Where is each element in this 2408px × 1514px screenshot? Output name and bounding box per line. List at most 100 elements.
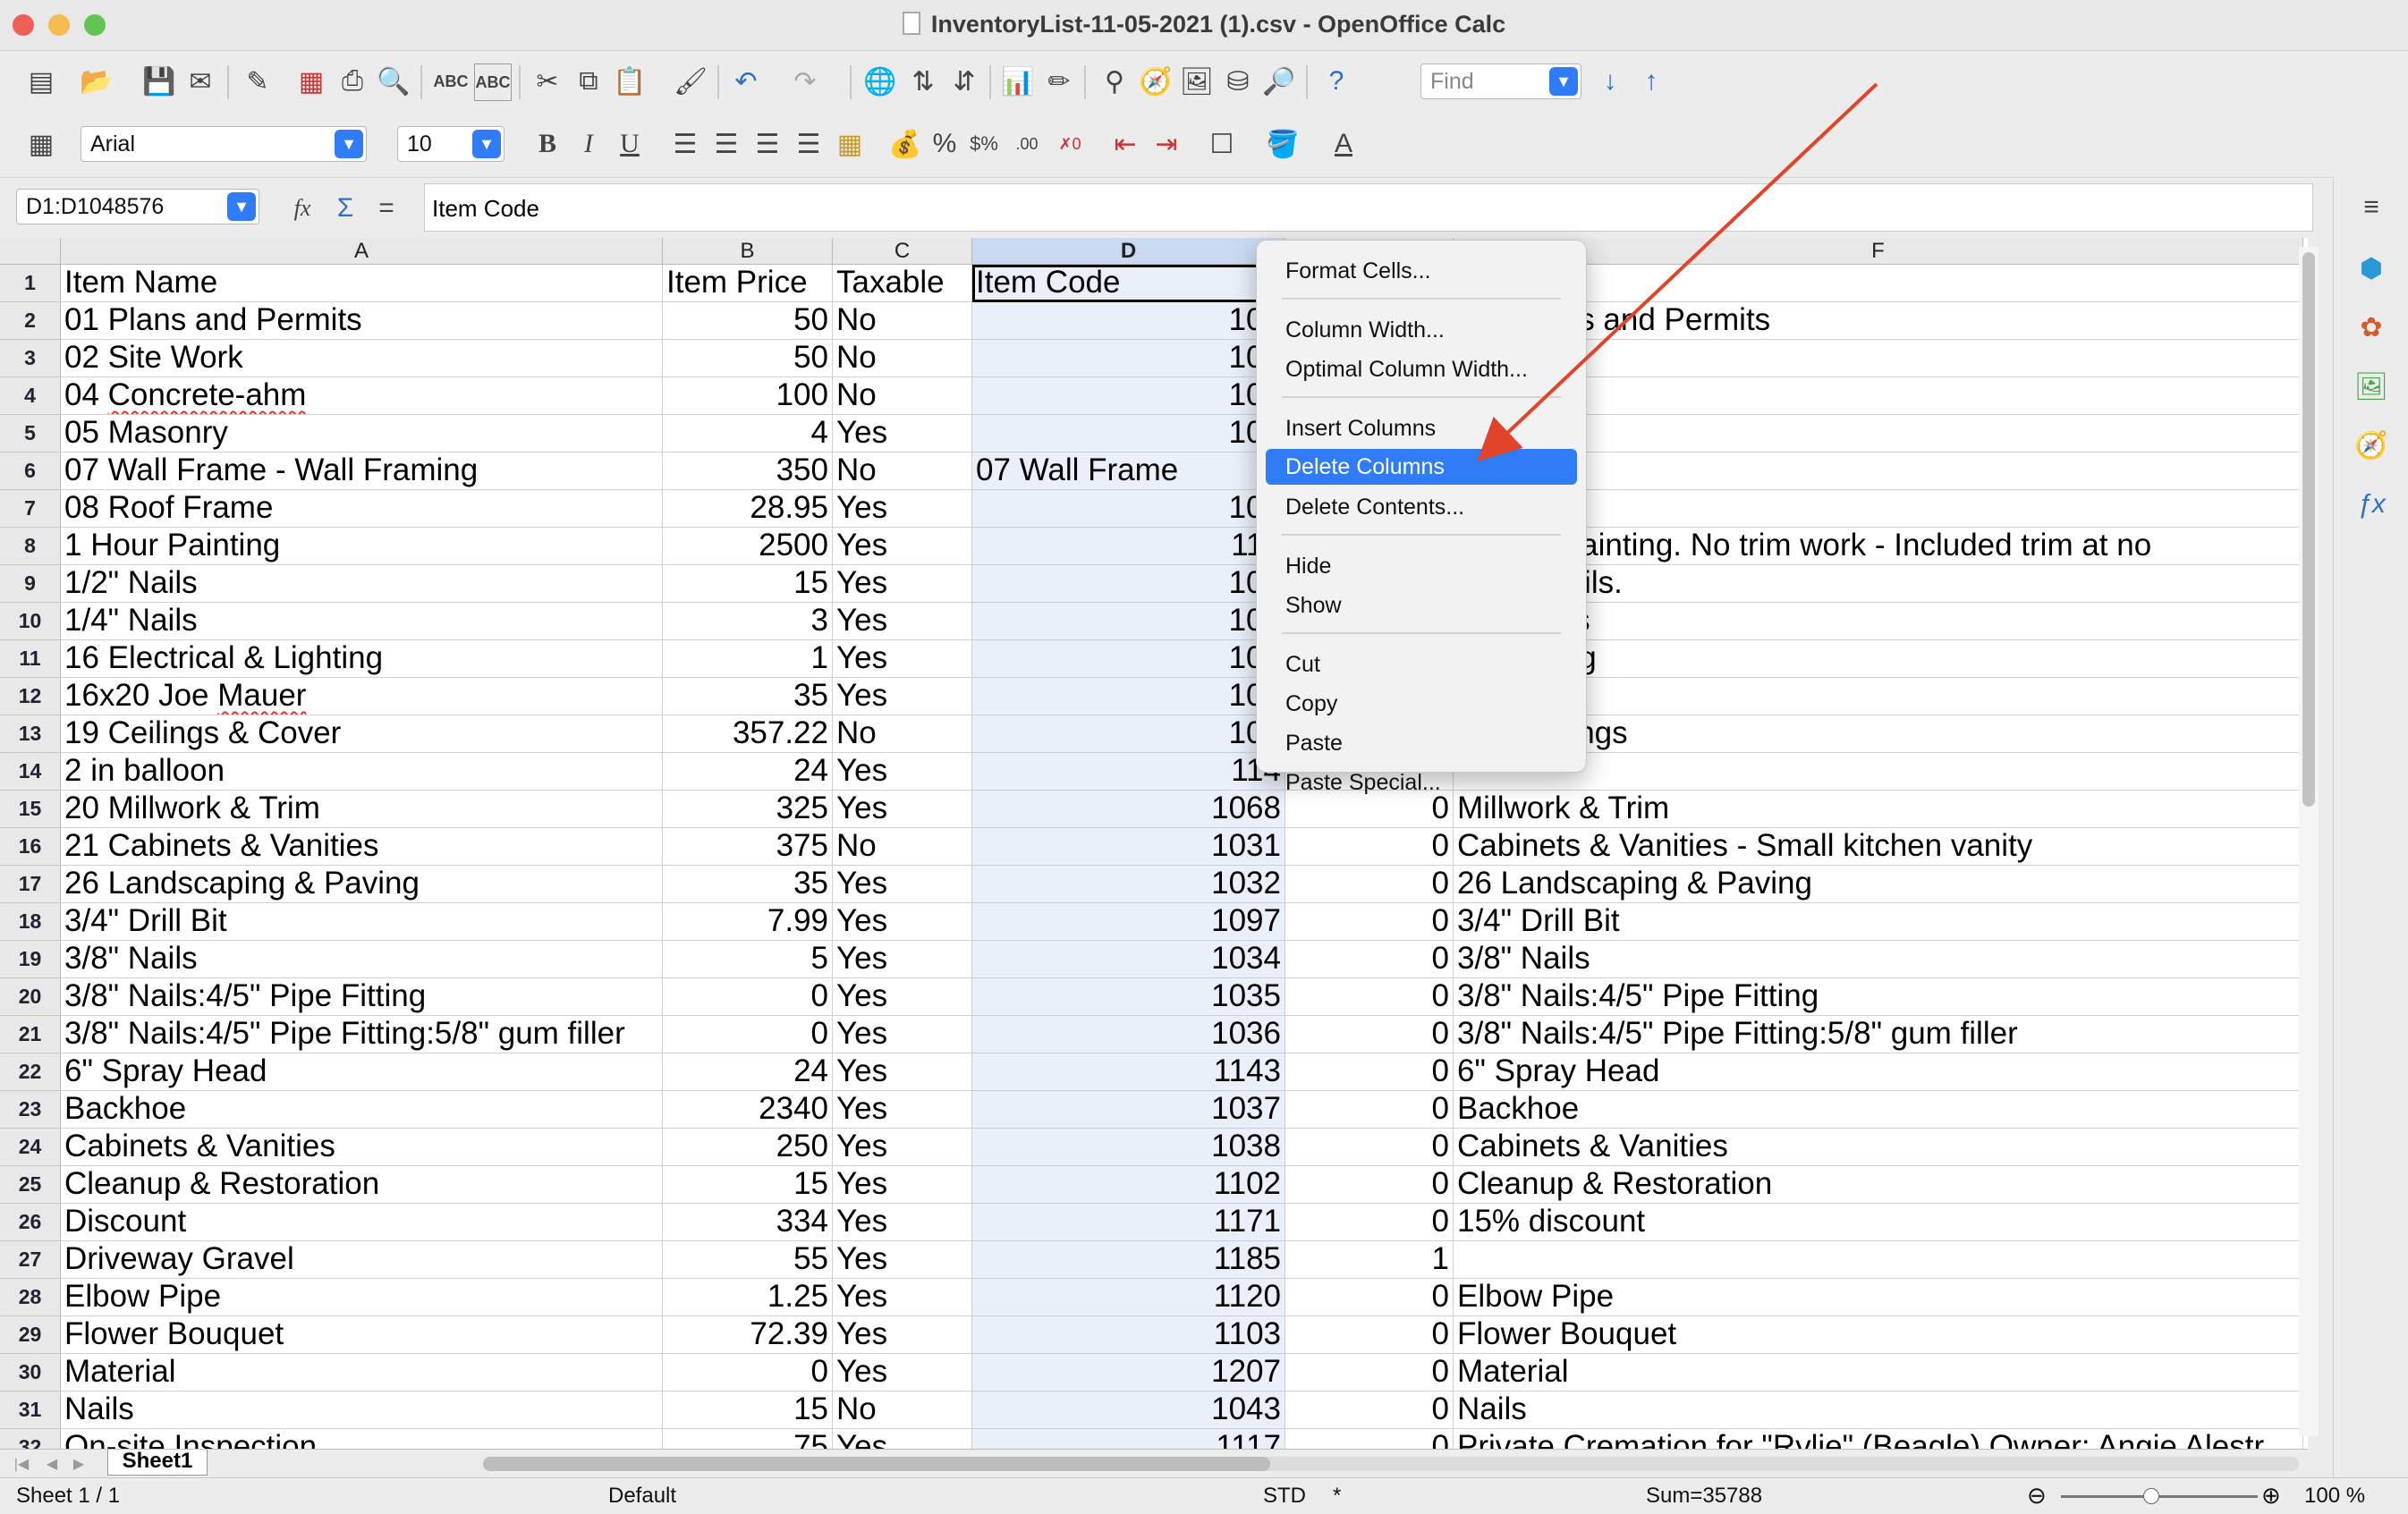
cell-b1[interactable]: Item Price xyxy=(663,265,833,302)
cell-e19[interactable]: 0 xyxy=(1285,941,1454,978)
cell-b3[interactable]: 50 xyxy=(663,340,833,377)
selection-mode[interactable]: STD xyxy=(1263,1484,1306,1509)
cell-c31[interactable]: No xyxy=(833,1391,972,1429)
export-pdf-icon[interactable]: ▦ xyxy=(293,63,329,99)
row-header[interactable]: 15 xyxy=(0,791,61,828)
cell-d12[interactable]: 102 xyxy=(972,678,1285,715)
cell-d10[interactable]: 109 xyxy=(972,603,1285,640)
cell-d9[interactable]: 108 xyxy=(972,565,1285,603)
cell-c32[interactable]: Yes xyxy=(833,1429,972,1449)
cell-b2[interactable]: 50 xyxy=(663,302,833,340)
cell-b11[interactable]: 1 xyxy=(663,640,833,678)
increase-indent-icon[interactable]: ⇥ xyxy=(1149,126,1184,162)
percent-format-icon[interactable]: % xyxy=(927,126,962,162)
row-header[interactable]: 16 xyxy=(0,828,61,866)
edit-file-icon[interactable]: ✎ xyxy=(240,63,276,99)
function-wizard-icon[interactable]: fx xyxy=(284,190,320,226)
sum-icon[interactable]: Σ xyxy=(327,190,363,226)
cell-f21[interactable]: 3/8" Nails:4/5" Pipe Fitting:5/8" gum fi… xyxy=(1454,1016,2303,1053)
vertical-scrollbar[interactable] xyxy=(2299,247,2319,1436)
cell-a20[interactable]: 3/8" Nails:4/5" Pipe Fitting xyxy=(61,978,663,1016)
menu-item-copy[interactable]: Copy xyxy=(1266,686,1577,722)
binoculars-icon[interactable]: ⚲ xyxy=(1097,63,1132,99)
cell-a12[interactable]: 16x20 Joe Mauer xyxy=(61,678,663,715)
cell-a3[interactable]: 02 Site Work xyxy=(61,340,663,377)
cell-a5[interactable]: 05 Masonry xyxy=(61,415,663,453)
cell-a8[interactable]: 1 Hour Painting xyxy=(61,528,663,565)
cell-d28[interactable]: 1120 xyxy=(972,1279,1285,1316)
name-box[interactable]: D1:D1048576 ▼ xyxy=(16,189,259,224)
row-header[interactable]: 1 xyxy=(0,265,61,302)
cell-d26[interactable]: 1171 xyxy=(972,1204,1285,1241)
column-header-a[interactable]: A xyxy=(61,238,663,265)
row-header[interactable]: 31 xyxy=(0,1391,61,1429)
cell-a19[interactable]: 3/8" Nails xyxy=(61,941,663,978)
menu-item-delete-contents[interactable]: Delete Contents... xyxy=(1266,489,1577,525)
cell-a18[interactable]: 3/4" Drill Bit xyxy=(61,903,663,941)
add-decimal-icon[interactable]: .00 xyxy=(1009,126,1045,162)
chevron-down-icon[interactable]: ▼ xyxy=(472,130,501,158)
cell-f17[interactable]: 26 Landscaping & Paving xyxy=(1454,866,2303,903)
cell-f19[interactable]: 3/8" Nails xyxy=(1454,941,2303,978)
menu-item-column-width[interactable]: Column Width... xyxy=(1266,312,1577,348)
cell-f26[interactable]: 15% discount xyxy=(1454,1204,2303,1241)
align-left-icon[interactable]: ☰ xyxy=(667,126,703,162)
cell-b12[interactable]: 35 xyxy=(663,678,833,715)
cell-a29[interactable]: Flower Bouquet xyxy=(61,1316,663,1354)
navigator-icon[interactable]: 🧭 xyxy=(2353,427,2389,463)
cell-e29[interactable]: 0 xyxy=(1285,1316,1454,1354)
cell-b26[interactable]: 334 xyxy=(663,1204,833,1241)
cell-b25[interactable]: 15 xyxy=(663,1166,833,1204)
cell-a2[interactable]: 01 Plans and Permits xyxy=(61,302,663,340)
next-sheet-icon[interactable]: ▶ xyxy=(61,1446,97,1482)
cell-b29[interactable]: 72.39 xyxy=(663,1316,833,1354)
cell-a7[interactable]: 08 Roof Frame xyxy=(61,490,663,528)
cell-c6[interactable]: No xyxy=(833,453,972,490)
cell-b16[interactable]: 375 xyxy=(663,828,833,866)
cell-a31[interactable]: Nails xyxy=(61,1391,663,1429)
menu-item-hide[interactable]: Hide xyxy=(1266,548,1577,584)
row-header[interactable]: 9 xyxy=(0,565,61,603)
cell-c13[interactable]: No xyxy=(833,715,972,753)
row-header[interactable]: 7 xyxy=(0,490,61,528)
menu-item-insert-columns[interactable]: Insert Columns xyxy=(1266,410,1577,446)
cell-b28[interactable]: 1.25 xyxy=(663,1279,833,1316)
cell-a11[interactable]: 16 Electrical & Lighting xyxy=(61,640,663,678)
font-size-combo[interactable]: 10 ▼ xyxy=(397,126,504,162)
cell-f25[interactable]: Cleanup & Restoration xyxy=(1454,1166,2303,1204)
zoom-icon[interactable]: 🔎 xyxy=(1261,63,1297,99)
cell-a17[interactable]: 26 Landscaping & Paving xyxy=(61,866,663,903)
cell-a22[interactable]: 6" Spray Head xyxy=(61,1053,663,1091)
cell-c27[interactable]: Yes xyxy=(833,1241,972,1279)
row-header[interactable]: 29 xyxy=(0,1316,61,1354)
cell-e20[interactable]: 0 xyxy=(1285,978,1454,1016)
cell-f32[interactable]: Private Cremation for "Rylie" (Beagle) O… xyxy=(1454,1429,2303,1449)
cell-f16[interactable]: Cabinets & Vanities - Small kitchen vani… xyxy=(1454,828,2303,866)
cell-d25[interactable]: 1102 xyxy=(972,1166,1285,1204)
cell-d32[interactable]: 1117 xyxy=(972,1429,1285,1449)
cut-icon[interactable]: ✂ xyxy=(530,63,565,99)
cell-d6[interactable]: 07 Wall Frame xyxy=(972,453,1285,490)
cell-d27[interactable]: 1185 xyxy=(972,1241,1285,1279)
cell-c16[interactable]: No xyxy=(833,828,972,866)
cell-c26[interactable]: Yes xyxy=(833,1204,972,1241)
cell-b24[interactable]: 250 xyxy=(663,1129,833,1166)
cell-a15[interactable]: 20 Millwork & Trim xyxy=(61,791,663,828)
equals-icon[interactable]: = xyxy=(369,190,404,226)
row-header[interactable]: 6 xyxy=(0,453,61,490)
row-header[interactable]: 30 xyxy=(0,1354,61,1391)
print-icon[interactable]: ⎙ xyxy=(335,63,370,99)
new-document-icon[interactable]: ▤ xyxy=(23,63,59,99)
row-header[interactable]: 4 xyxy=(0,377,61,415)
chevron-down-icon[interactable]: ▼ xyxy=(227,192,256,221)
styles-formatting-icon[interactable]: ▦ xyxy=(23,126,59,162)
cell-d31[interactable]: 1043 xyxy=(972,1391,1285,1429)
cell-b27[interactable]: 55 xyxy=(663,1241,833,1279)
draw-functions-icon[interactable]: ✏ xyxy=(1041,63,1077,99)
delete-decimal-icon[interactable]: ✗0 xyxy=(1052,126,1088,162)
row-header[interactable]: 18 xyxy=(0,903,61,941)
cell-d11[interactable]: 106 xyxy=(972,640,1285,678)
cell-c12[interactable]: Yes xyxy=(833,678,972,715)
cell-c5[interactable]: Yes xyxy=(833,415,972,453)
align-center-icon[interactable]: ☰ xyxy=(708,126,744,162)
